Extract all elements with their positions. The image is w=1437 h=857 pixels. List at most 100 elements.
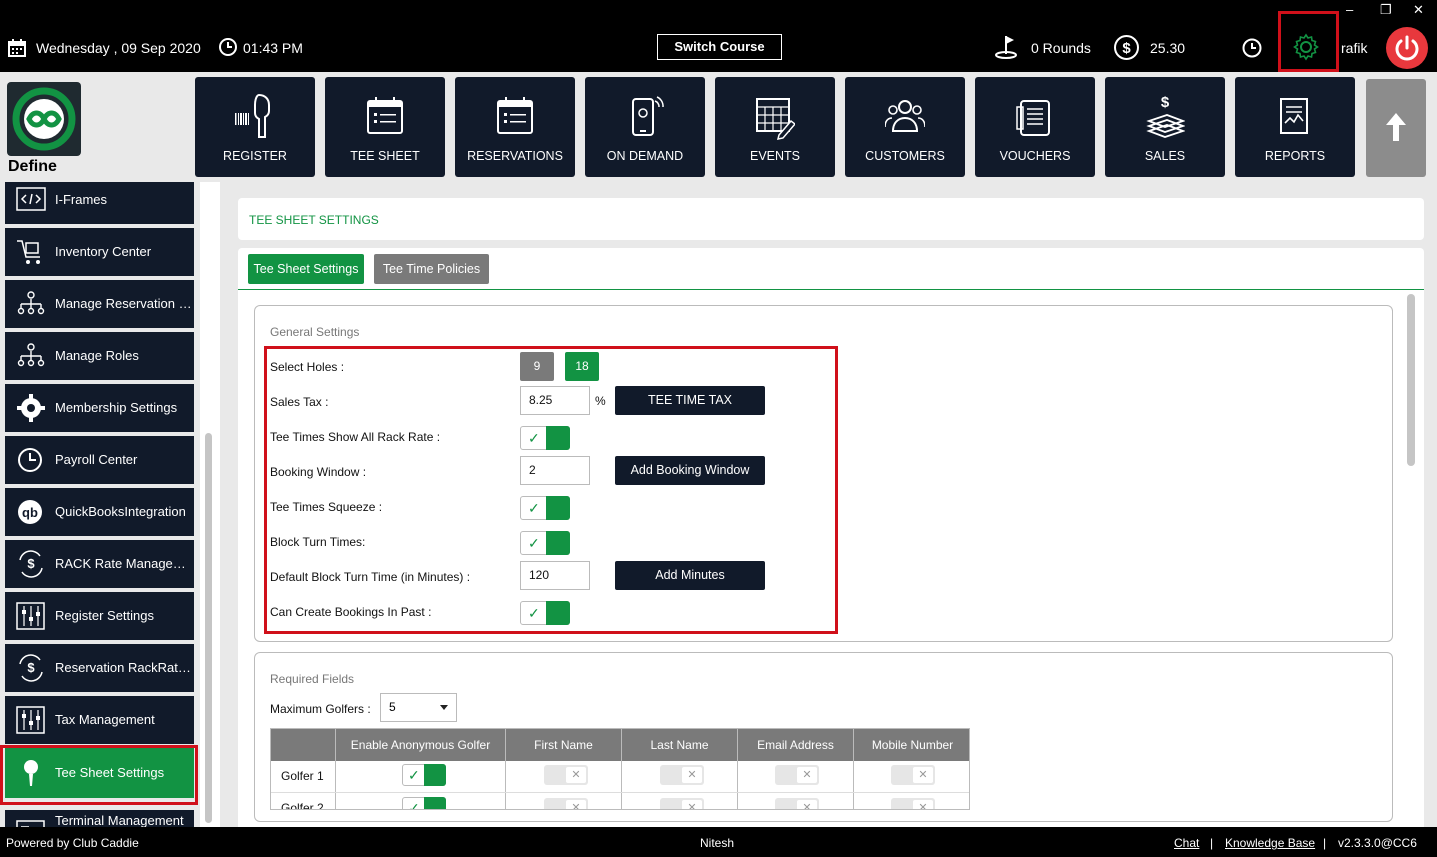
general-settings-title: General Settings	[270, 325, 360, 339]
sidebar-item-i-frames[interactable]: I-Frames	[5, 182, 194, 224]
golfer1-last-name-toggle[interactable]: ✕	[660, 765, 704, 785]
calendar-edit-icon	[756, 98, 795, 140]
sidebar-item-membership-settings[interactable]: Membership Settings	[5, 384, 194, 432]
collapse-up-button[interactable]	[1366, 79, 1426, 177]
nav-sales-button[interactable]: $ SALES	[1105, 77, 1225, 177]
footer-user: Nitesh	[700, 836, 735, 850]
golfer2-first-name-toggle[interactable]: ✕	[544, 798, 588, 809]
tab-tee-sheet-settings[interactable]: Tee Sheet Settings	[248, 254, 364, 284]
history-clock-icon[interactable]	[1241, 37, 1263, 59]
golfer1-mobile-toggle[interactable]: ✕	[891, 765, 935, 785]
nav-label: CUSTOMERS	[865, 149, 945, 163]
rounds-count: 0 Rounds	[1031, 40, 1091, 56]
x-icon: ✕	[913, 767, 933, 783]
nav-label: RESERVATIONS	[467, 149, 563, 163]
nav-label: EVENTS	[749, 149, 800, 163]
sidebar-item-label: Tax Management	[55, 712, 155, 727]
tab-underline	[238, 289, 1424, 290]
power-button[interactable]	[1386, 27, 1428, 69]
nav-events-button[interactable]: EVENTS	[715, 77, 835, 177]
sidebar-item-quickbooks[interactable]: qb QuickBooksIntegration	[5, 488, 194, 536]
golfer2-anonymous-toggle[interactable]: ✓	[402, 797, 446, 809]
golfer1-first-name-toggle[interactable]: ✕	[544, 765, 588, 785]
restore-button[interactable]: ❐	[1380, 2, 1392, 18]
sidebar-item-register-settings[interactable]: Register Settings	[5, 592, 194, 640]
golfer2-email-toggle[interactable]: ✕	[775, 798, 819, 809]
sidebar-item-label: Membership Settings	[55, 400, 178, 415]
sidebar-scroll-thumb[interactable]	[205, 433, 212, 823]
calendar-icon	[8, 39, 26, 57]
nav-label: VOUCHERS	[999, 149, 1071, 163]
users-icon	[885, 100, 925, 132]
footer-separator: |	[1323, 836, 1327, 850]
sales-amount: 25.30	[1150, 40, 1186, 56]
page-title: TEE SHEET SETTINGS	[249, 213, 379, 227]
sidebar-item-manage-roles[interactable]: Manage Roles	[5, 332, 194, 380]
sidebar-item-reservation-rackrate[interactable]: $ Reservation RackRate...	[5, 644, 194, 692]
x-icon: ✕	[566, 767, 586, 783]
minimize-button[interactable]: ‒	[1346, 2, 1353, 17]
tab-tee-time-policies[interactable]: Tee Time Policies	[374, 254, 489, 284]
sidebar-item-label: Inventory Center	[55, 244, 152, 259]
svg-text:$: $	[1161, 94, 1170, 111]
nav-tee-sheet-button[interactable]: TEE SHEET	[325, 77, 445, 177]
define-label: Define	[8, 158, 57, 175]
sliders-icon	[16, 706, 45, 734]
terminal-icon	[16, 820, 45, 827]
svg-text:$: $	[1122, 40, 1131, 57]
version-text: v2.3.3.0@CC6	[1338, 836, 1417, 850]
golfer2-last-name-toggle[interactable]: ✕	[660, 798, 704, 809]
dollar-icon: $	[1114, 35, 1139, 60]
sidebar-item-label: QuickBooksIntegration	[55, 504, 186, 519]
active-item-highlight-box	[0, 745, 198, 805]
cart-icon	[17, 240, 40, 264]
column-header: Mobile Number	[871, 738, 954, 752]
sidebar-item-payroll-center[interactable]: Payroll Center	[5, 436, 194, 484]
nav-register-button[interactable]: REGISTER	[195, 77, 315, 177]
content-scroll-thumb[interactable]	[1407, 294, 1415, 466]
nav-label: REPORTS	[1264, 149, 1326, 163]
x-icon: ✕	[913, 800, 933, 809]
nav-vouchers-button[interactable]: VOUCHERS	[975, 77, 1095, 177]
window-close-button[interactable]: ✕	[1413, 2, 1424, 18]
nav-label: TEE SHEET	[350, 149, 420, 163]
nav-reservations-button[interactable]: RESERVATIONS	[455, 77, 575, 177]
sidebar-item-label: Manage Reservation R...	[55, 296, 192, 311]
golfer2-mobile-toggle[interactable]: ✕	[891, 798, 935, 809]
sidebar-item-terminal-management[interactable]: Terminal Management	[5, 810, 194, 827]
nav-label: SALES	[1144, 149, 1186, 163]
required-fields-table: Enable Anonymous Golfer First Name Last …	[270, 728, 970, 810]
sliders-icon	[16, 602, 45, 630]
page-header-card: TEE SHEET SETTINGS	[238, 198, 1424, 240]
powered-by-text: Powered by Club Caddie	[6, 836, 139, 850]
quickbooks-icon: qb	[18, 500, 42, 524]
sidebar-item-label: I-Frames	[55, 192, 107, 207]
voucher-icon	[1016, 100, 1050, 136]
svg-text:qb: qb	[22, 505, 38, 520]
max-golfers-value: 5	[389, 700, 396, 714]
report-icon	[1280, 98, 1308, 134]
max-golfers-label: Maximum Golfers :	[270, 702, 371, 716]
gear-highlight-box	[1278, 11, 1339, 72]
sidebar-item-label: Manage Roles	[55, 348, 139, 363]
club-caddie-logo[interactable]	[7, 82, 81, 156]
max-golfers-select[interactable]: 5	[380, 693, 457, 722]
sidebar-item-tax-management[interactable]: Tax Management	[5, 696, 194, 744]
nav-customers-button[interactable]: CUSTOMERS	[845, 77, 965, 177]
column-header	[271, 729, 336, 761]
sidebar-item-manage-reservation[interactable]: Manage Reservation R...	[5, 280, 194, 328]
nav-on-demand-button[interactable]: ON DEMAND	[585, 77, 705, 177]
column-header: Enable Anonymous Golfer	[336, 729, 506, 761]
golfer-row-label: Golfer 2	[281, 801, 324, 810]
sidebar-item-rack-rate[interactable]: $ RACK Rate Manageme...	[5, 540, 194, 588]
current-date: Wednesday , 09 Sep 2020	[36, 40, 201, 56]
nav-reports-button[interactable]: REPORTS	[1235, 77, 1355, 177]
sidebar-item-inventory-center[interactable]: Inventory Center	[5, 228, 194, 276]
code-icon	[16, 187, 46, 211]
switch-course-button[interactable]: Switch Course	[657, 34, 782, 60]
golfer1-anonymous-toggle[interactable]: ✓	[402, 764, 446, 786]
golfer1-email-toggle[interactable]: ✕	[775, 765, 819, 785]
chat-link[interactable]: Chat	[1174, 836, 1199, 850]
check-icon: ✓	[408, 767, 420, 783]
knowledge-base-link[interactable]: Knowledge Base	[1225, 836, 1315, 850]
